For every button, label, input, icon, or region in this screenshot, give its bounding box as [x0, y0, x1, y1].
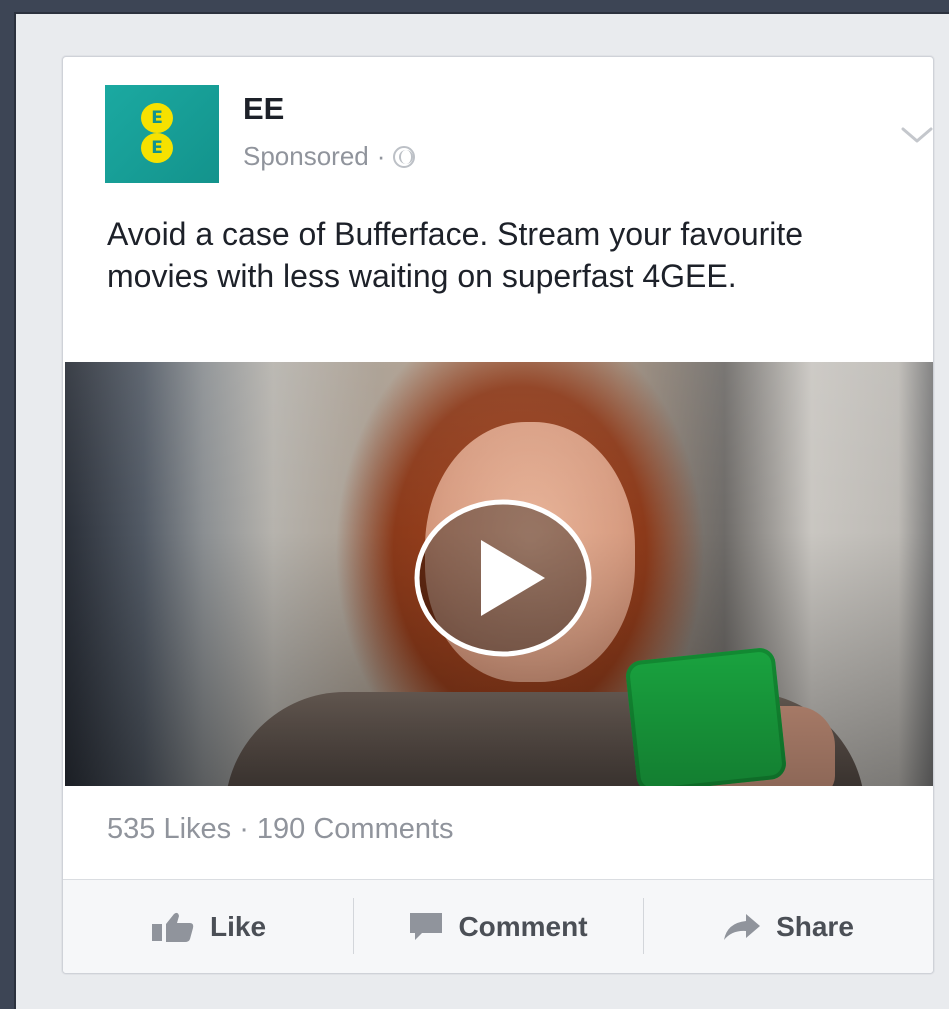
- logo-mark: E E: [137, 103, 177, 167]
- chevron-down-icon[interactable]: [899, 121, 935, 149]
- likes-comments-count[interactable]: 535 Likes · 190 Comments: [107, 813, 454, 846]
- page-name-link[interactable]: EE: [243, 91, 284, 127]
- post-header: E E EE Sponsored ·: [105, 85, 933, 185]
- sponsored-label[interactable]: Sponsored: [243, 141, 369, 172]
- logo-letter-bottom: E: [141, 133, 173, 163]
- ee-logo-icon[interactable]: E E: [105, 85, 219, 183]
- meta-separator: ·: [376, 141, 386, 171]
- globe-icon: [393, 145, 416, 168]
- like-button[interactable]: Like: [63, 880, 353, 973]
- post-message: Avoid a case of Bufferface. Stream your …: [107, 216, 804, 294]
- sponsored-post-card: E E EE Sponsored · Avoid a case of Buffe…: [62, 56, 934, 974]
- logo-letter-top: E: [141, 103, 173, 133]
- post-meta: Sponsored ·: [243, 141, 416, 172]
- comment-button[interactable]: Comment: [353, 880, 643, 973]
- comment-bubble-icon: [410, 912, 443, 940]
- like-label: Like: [209, 910, 267, 942]
- play-icon[interactable]: [413, 498, 593, 658]
- share-label: Share: [776, 910, 854, 942]
- comment-label: Comment: [458, 910, 588, 942]
- thumbs-up-icon: [151, 912, 194, 942]
- share-arrow-icon: [724, 913, 761, 940]
- post-actions-bar: Like Comment Share: [63, 880, 933, 973]
- share-button[interactable]: Share: [643, 880, 933, 973]
- video-player[interactable]: [65, 362, 933, 786]
- feed-background: E E EE Sponsored · Avoid a case of Buffe…: [14, 12, 949, 1009]
